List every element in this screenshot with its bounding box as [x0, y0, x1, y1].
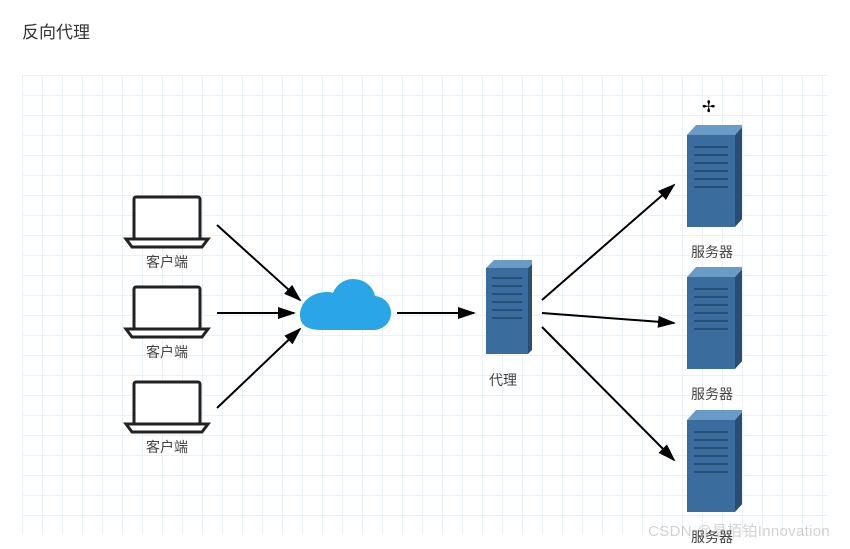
- server-icon: [682, 410, 742, 518]
- backend-server: 服务器: [682, 125, 742, 262]
- diagram-canvas: 客户端 客户端 客户端: [22, 75, 828, 535]
- server-label: 服务器: [682, 527, 742, 547]
- client-laptop: 客户端: [122, 195, 212, 272]
- client-label: 客户端: [122, 437, 212, 457]
- client-laptop: 客户端: [122, 285, 212, 362]
- laptop-icon: [122, 195, 212, 250]
- server-icon: [682, 125, 742, 233]
- client-laptop: 客户端: [122, 380, 212, 457]
- server-icon: [682, 267, 742, 375]
- server-icon: [482, 260, 532, 360]
- cursor-crosshair-icon: ✢: [702, 97, 715, 117]
- client-label: 客户端: [122, 342, 212, 362]
- laptop-icon: [122, 380, 212, 435]
- backend-server: 服务器: [682, 410, 742, 547]
- proxy-label: 代理: [489, 370, 517, 390]
- proxy-server: [482, 260, 532, 365]
- page-title: 反向代理: [22, 18, 90, 43]
- server-label: 服务器: [682, 384, 742, 404]
- backend-server: 服务器: [682, 267, 742, 404]
- server-label: 服务器: [682, 242, 742, 262]
- client-label: 客户端: [122, 252, 212, 272]
- cloud-icon: [297, 278, 392, 351]
- laptop-icon: [122, 285, 212, 340]
